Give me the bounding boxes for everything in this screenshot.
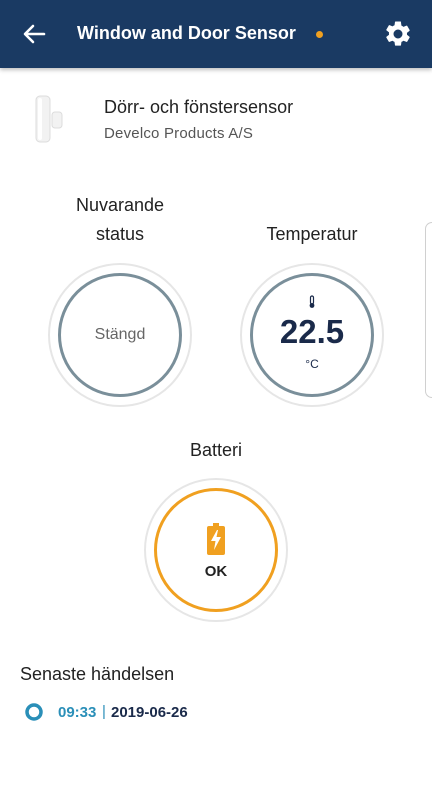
battery-gauge-inner: OK [154,488,278,612]
app-bar: Window and Door Sensor [0,0,432,68]
latest-event-title: Senaste händelsen [20,664,175,684]
event-time: 09:33 [58,704,97,721]
temperature-label: Temperatur [266,224,358,244]
device-vendor: Develco Products A/S [104,125,254,142]
battery-charging-icon [207,522,225,555]
drawer-handle[interactable] [425,222,432,398]
status-dot [316,31,323,38]
battery-value: OK [204,562,228,580]
gear-icon[interactable] [383,19,413,49]
status-value: Stängd [94,326,146,343]
status-label: Nuvarande status [50,191,190,249]
battery-label: Batteri [189,440,243,460]
temperature-value: 22.5 [279,313,345,350]
arrow-left-icon[interactable] [18,18,50,50]
status-label-line1: Nuvarande [75,195,165,215]
temperature-unit: °C [305,357,319,371]
status-label-line2: status [95,224,145,244]
thermometer-icon [309,295,315,308]
page-title: Window and Door Sensor [77,23,296,43]
event-separator: | [102,703,106,720]
door-sensor-icon [35,95,63,143]
event-circle-icon [25,703,43,721]
temperature-gauge-inner: 22.5 °C [250,273,374,397]
status-gauge-inner: Stängd [58,273,182,397]
event-date: 2019-06-26 [111,704,188,721]
device-name: Dörr- och fönstersensor [104,97,294,117]
